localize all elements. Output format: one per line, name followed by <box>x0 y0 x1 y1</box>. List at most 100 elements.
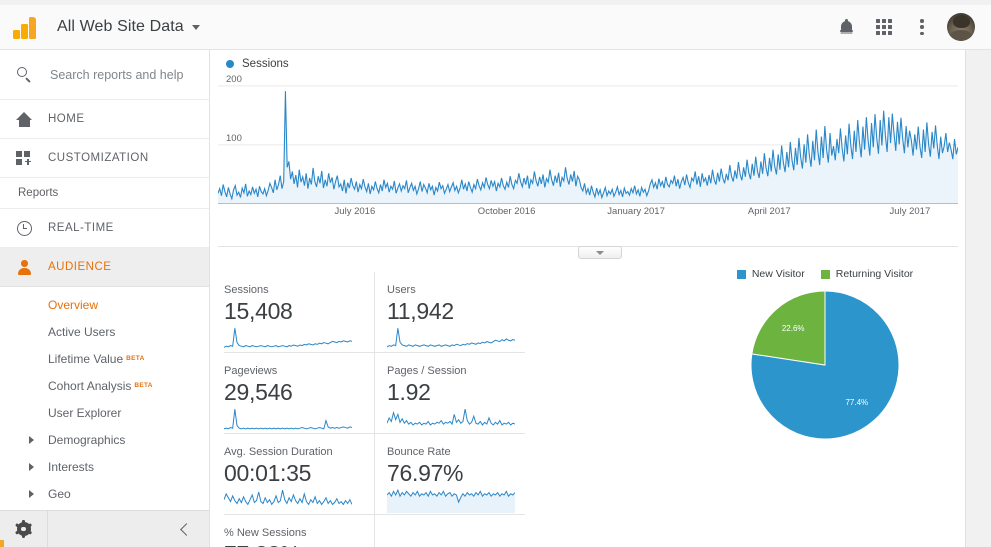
apps-button[interactable] <box>867 10 901 44</box>
metric-label: Pages / Session <box>387 365 467 377</box>
timeline-svg <box>218 85 958 204</box>
metric-card-row: Sessions 15,408 Users 11,942 <box>224 272 524 352</box>
metric-label: Sessions <box>224 284 269 296</box>
sidebar-subitem-user-explorer[interactable]: User Explorer <box>0 399 209 426</box>
pie-chart[interactable]: 77.4% 22.6% <box>690 290 960 440</box>
metric-value: 29,546 <box>224 379 293 405</box>
sidebar-subitem-active-users[interactable]: Active Users <box>0 318 209 345</box>
sidebar-subitem-cohort-analysis[interactable]: Cohort Analysis BETA <box>0 372 209 399</box>
clock-icon <box>0 220 48 236</box>
metric-card-sessions[interactable]: Sessions 15,408 <box>224 272 374 352</box>
sidebar-subitem-cohort-analysis-label: Cohort Analysis <box>48 378 132 393</box>
sidebar-subitem-geo[interactable]: Geo <box>0 480 209 507</box>
timeline-series-label: Sessions <box>242 58 289 70</box>
collapse-sidebar-button[interactable] <box>48 511 209 547</box>
metric-card-pageviews[interactable]: Pageviews 29,546 <box>224 353 374 433</box>
x-axis-tick-label: October 2016 <box>477 206 536 217</box>
legend-swatch-icon <box>820 269 830 279</box>
metric-card-avg-session-duration[interactable]: Avg. Session Duration 00:01:35 <box>224 434 374 514</box>
metric-label: Users <box>387 284 416 296</box>
audience-submenu: Overview Active Users Lifetime Value BET… <box>0 287 209 547</box>
metric-card-bounce-rate[interactable]: Bounce Rate 76.97% <box>374 434 524 514</box>
settings-button[interactable] <box>0 511 48 547</box>
metric-sparkline <box>224 408 352 432</box>
chevron-right-icon <box>29 489 34 498</box>
beta-badge: BETA <box>134 382 153 389</box>
metric-value: 76.97% <box>387 460 464 486</box>
metric-value: 00:01:35 <box>224 460 312 486</box>
pie-legend-item-new-visitor[interactable]: New Visitor <box>736 268 805 280</box>
sidebar-subitem-user-explorer-label: User Explorer <box>48 405 122 420</box>
pie-svg: 77.4% 22.6% <box>750 290 900 440</box>
right-gutter <box>965 50 991 547</box>
chevron-down-icon <box>596 250 604 255</box>
sidebar-subitem-geo-label: Geo <box>48 486 71 501</box>
accent-sliver <box>0 540 4 547</box>
timeline-plot-area[interactable]: 100 200 <box>218 74 958 204</box>
google-analytics-logo-icon <box>13 14 43 40</box>
sidebar-section-reports: Reports <box>0 178 209 209</box>
metric-card-users[interactable]: Users 11,942 <box>374 272 524 352</box>
sidebar-subitem-lifetime-value-label: Lifetime Value <box>48 351 124 366</box>
x-axis-tick-label: April 2017 <box>747 206 791 217</box>
chevron-left-icon <box>180 522 193 536</box>
sidebar-subitem-overview[interactable]: Overview <box>0 291 209 318</box>
caret-down-icon[interactable] <box>191 24 200 30</box>
metric-card-pages-per-session[interactable]: Pages / Session 1.92 <box>374 353 524 433</box>
kebab-menu-icon <box>920 19 924 35</box>
more-options-button[interactable] <box>905 10 939 44</box>
account-title: All Web Site Data <box>57 18 184 35</box>
chevron-right-icon <box>29 435 34 444</box>
metric-card-row: Pageviews 29,546 Pages / Session 1.92 <box>224 353 524 433</box>
sidebar-item-customization[interactable]: CUSTOMIZATION <box>0 139 209 178</box>
gear-icon <box>14 520 33 538</box>
metric-sparkline <box>224 489 352 513</box>
sidebar-footer <box>0 510 209 547</box>
notifications-button[interactable] <box>829 10 863 44</box>
chevron-right-icon <box>29 462 34 471</box>
sidebar-subitem-lifetime-value[interactable]: Lifetime Value BETA <box>0 345 209 372</box>
timeline-legend[interactable]: Sessions <box>226 58 958 70</box>
sidebar-item-customization-label: CUSTOMIZATION <box>48 152 149 164</box>
bell-icon <box>839 18 853 35</box>
metric-label: % New Sessions <box>224 527 307 539</box>
sidebar-item-audience[interactable]: AUDIENCE <box>0 248 209 287</box>
search-row[interactable] <box>0 50 209 100</box>
home-icon <box>0 111 48 127</box>
metric-sparkline <box>387 489 515 513</box>
user-avatar[interactable] <box>947 13 975 41</box>
metric-card-percent-new-sessions[interactable]: % New Sessions 77.38% <box>224 515 374 547</box>
pie-legend-item-returning-visitor[interactable]: Returning Visitor <box>820 268 913 280</box>
search-input[interactable] <box>48 66 202 83</box>
metric-card-row: % New Sessions 77.38% <box>224 515 524 547</box>
sidebar-subitem-demographics[interactable]: Demographics <box>0 426 209 453</box>
search-icon <box>0 67 48 82</box>
beta-badge: BETA <box>126 355 145 362</box>
y-axis-tick-label: 100 <box>226 132 242 144</box>
apps-grid-icon <box>876 19 892 35</box>
metric-value: 1.92 <box>387 379 431 405</box>
sidebar-item-audience-label: AUDIENCE <box>48 261 112 273</box>
sidebar-subitem-overview-label: Overview <box>48 297 99 312</box>
x-axis-tick-label: July 2017 <box>889 206 931 217</box>
new-vs-returning-pie-panel: New Visitor Returning Visitor 77.4% 22.6% <box>690 268 960 440</box>
timeline-resize-handle[interactable] <box>578 246 622 259</box>
sidebar: HOME CUSTOMIZATION Reports REAL-TIME AUD… <box>0 50 210 547</box>
x-axis-tick-label: January 2017 <box>607 206 665 217</box>
x-axis-tick-label: July 2016 <box>334 206 376 217</box>
sidebar-item-real-time[interactable]: REAL-TIME <box>0 209 209 248</box>
sidebar-item-home[interactable]: HOME <box>0 100 209 139</box>
sidebar-subitem-interests-label: Interests <box>48 459 95 474</box>
pie-slice-value-label: 77.4% <box>845 398 868 407</box>
header-actions <box>825 10 975 44</box>
metric-label: Pageviews <box>224 365 278 377</box>
gutter-divider <box>965 50 966 547</box>
pie-legend-label: New Visitor <box>751 268 805 280</box>
customization-icon <box>0 150 48 166</box>
y-axis-tick-label: 200 <box>226 73 242 85</box>
metric-cards: Sessions 15,408 Users 11,942 Pageviews 2… <box>224 272 525 547</box>
app-header: All Web Site Data <box>0 5 991 50</box>
person-icon <box>0 260 48 275</box>
main-content: Sessions 100 200 July 2016 October 2016 Jan… <box>210 50 965 547</box>
sidebar-subitem-interests[interactable]: Interests <box>0 453 209 480</box>
